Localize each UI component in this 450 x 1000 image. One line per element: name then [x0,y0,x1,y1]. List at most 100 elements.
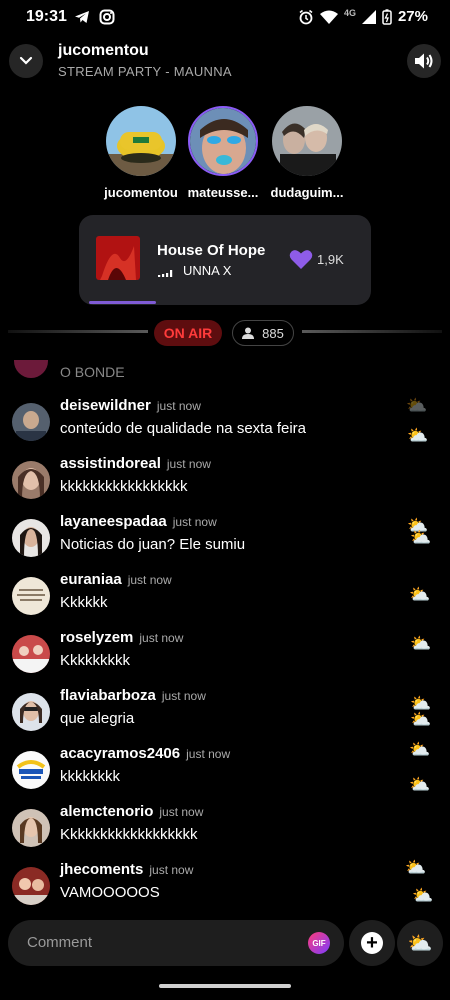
comment-text: O BONDE [60,364,125,380]
comment-item: layaneespadaa just now Noticias do juan? … [0,513,400,563]
comment-username[interactable]: roselyzem [60,629,133,646]
avatar[interactable] [12,577,50,615]
comment-username[interactable]: assistindoreal [60,455,161,472]
comment-item: euraniaa just now Kkkkkk [0,571,400,621]
home-indicator[interactable] [159,984,291,988]
participant-name: mateusse... [187,185,259,200]
avatar [188,106,258,176]
clock: 19:31 [26,8,67,25]
avatar[interactable] [12,461,50,499]
participant-2[interactable] [188,106,258,176]
comment-username[interactable]: acacyramos2406 [60,745,180,762]
signal-icon [361,9,376,24]
now-playing-card[interactable]: House Of Hope UNNA X 1,9K [79,215,371,305]
gif-button[interactable]: GIF [308,932,330,954]
comment-time: just now [159,805,204,819]
sun-behind-cloud-icon: ⛅ [409,740,431,759]
comment-text: Noticias do juan? Ele sumiu [60,536,246,553]
page-subtitle: STREAM PARTY - MAUNNA [58,64,232,79]
participant-1[interactable] [106,106,176,176]
comment-username[interactable]: euraniaa [60,571,122,588]
comment-time: just now [166,457,211,471]
sun-behind-cloud-icon: ⛅ [410,710,432,729]
comment-item: jhecoments just now VAMOOOOOS [0,861,400,911]
chevron-down-icon [19,56,33,65]
comment-username[interactable]: deisewildner [60,397,151,414]
comment-text: que alegria [60,710,135,727]
battery-level: 27% [397,8,428,25]
sun-behind-cloud-icon: ⛅ [406,396,428,415]
add-button[interactable]: + [349,920,395,966]
comment-time: just now [186,747,231,761]
comment-text: VAMOOOOOS [60,884,160,901]
comment-text: Kkkkkkkkk [60,652,131,669]
comment-username[interactable]: jhecoments [60,861,143,878]
avatar[interactable] [12,403,50,441]
sun-behind-cloud-icon: ⛅ [410,528,432,547]
avatar[interactable] [12,519,50,557]
song-progress [89,301,156,304]
avatar[interactable] [12,809,50,847]
heart-icon[interactable] [289,249,313,270]
battery-icon [382,8,392,25]
sun-behind-cloud-icon: ⛅ [412,886,434,905]
avatar [14,360,48,378]
sun-behind-cloud-icon: ⛅ [409,585,431,604]
comment-item: acacyramos2406 just now kkkkkkkk [0,745,400,795]
collapse-button[interactable] [9,44,43,78]
comment-input[interactable]: Comment GIF [8,920,344,966]
sun-behind-cloud-icon: ⛅ [407,932,433,955]
alarm-icon [299,9,313,24]
reaction-button[interactable]: ⛅ [397,920,443,966]
avatar[interactable] [12,693,50,731]
person-icon [242,327,255,339]
avatar[interactable] [12,635,50,673]
page-title: jucomentou [58,42,149,59]
comment-text: kkkkkkkk [60,768,120,785]
song-title: House Of Hope [157,242,266,259]
comment-text: conteúdo de qualidade na sexta feira [60,420,307,437]
status-bar: 19:31 4G 27% [0,0,450,34]
network-type: 4G [343,7,356,18]
comment-username[interactable]: flaviabarboza [60,687,156,704]
comment-text: Kkkkkkkkkkkkkkkkkk [60,826,198,843]
comment-item: flaviabarboza just now que alegria [0,687,400,737]
comment-item: deisewildner just now conteúdo de qualida… [0,397,400,447]
viewer-count-badge[interactable]: 885 [232,320,294,346]
sun-behind-cloud-icon: ⛅ [405,858,427,877]
comment-item: roselyzem just now Kkkkkkkkk [0,629,400,679]
sun-behind-cloud-icon: ⛅ [410,634,432,653]
equalizer-icon [158,270,173,277]
wifi-icon [319,10,338,24]
song-artist: UNNA X [183,263,232,278]
comment-text: Kkkkkk [60,594,108,611]
comment-time: just now [127,573,172,587]
comment-item: alemctenorio just now Kkkkkkkkkkkkkkkkkk [0,803,400,853]
comment-username[interactable]: layaneespadaa [60,513,167,530]
comment-placeholder: Comment [27,934,93,951]
comment-time: just now [161,689,206,703]
avatar[interactable] [12,751,50,789]
comment-time: just now [172,515,217,529]
instagram-icon [99,9,115,25]
comment-time: just now [139,631,184,645]
participant-3[interactable] [272,106,342,176]
divider [8,330,148,333]
comment-item: assistindoreal just now kkkkkkkkkkkkkkkkk [0,455,400,505]
viewer-count: 885 [262,325,284,341]
comment-time: just now [149,863,194,877]
sound-button[interactable] [407,44,441,78]
sun-behind-cloud-icon: ⛅ [409,775,431,794]
comment-time: just now [156,399,201,413]
divider [302,330,442,333]
avatar [272,106,342,176]
like-count: 1,9K [317,252,344,267]
avatar [106,106,176,176]
plus-circle-icon: + [361,932,383,954]
telegram-icon [75,11,89,23]
album-cover [96,236,140,280]
on-air-badge: ON AIR [154,320,222,346]
status-right: 4G 27% [298,8,428,25]
avatar[interactable] [12,867,50,905]
comment-username[interactable]: alemctenorio [60,803,153,820]
